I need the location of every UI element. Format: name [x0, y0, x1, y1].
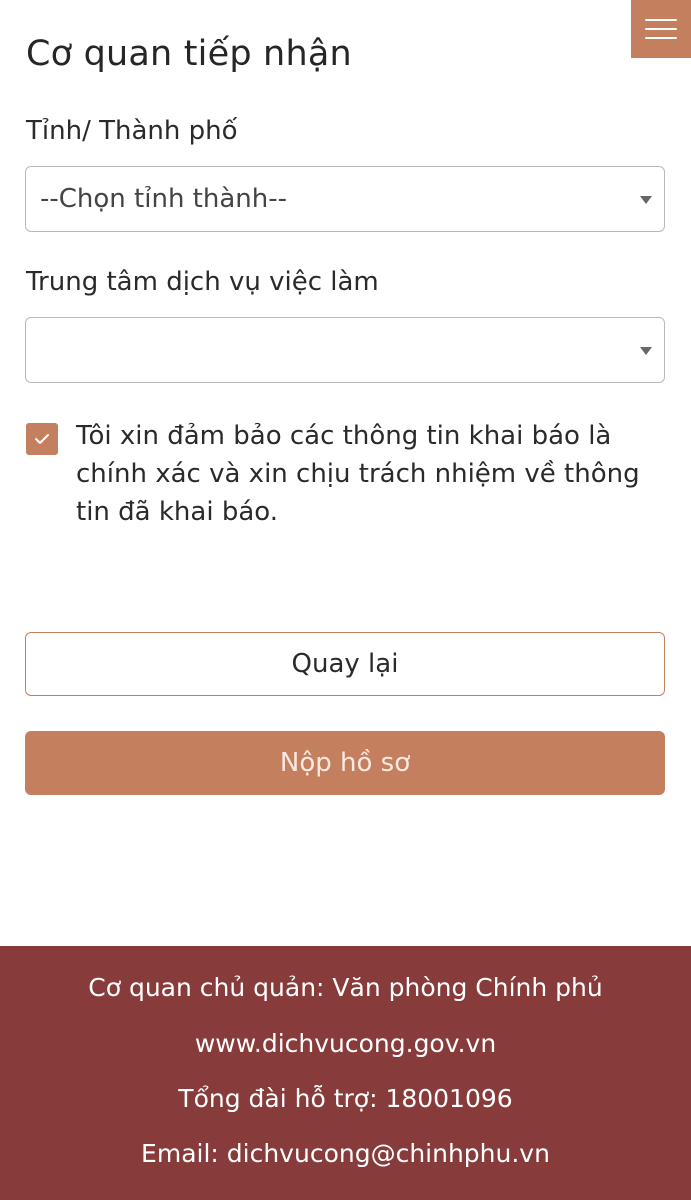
page-title: Cơ quan tiếp nhận — [26, 34, 352, 74]
footer: Cơ quan chủ quản: Văn phòng Chính phủ ww… — [0, 946, 691, 1200]
caret-down-icon — [640, 347, 652, 355]
hamburger-menu-icon-bar — [645, 37, 677, 39]
province-label: Tỉnh/ Thành phố — [26, 116, 238, 146]
hamburger-menu-icon — [645, 19, 677, 21]
footer-website-link[interactable]: www.dichvucong.gov.vn — [0, 1029, 691, 1058]
back-button[interactable]: Quay lại — [25, 632, 665, 696]
page: Cơ quan tiếp nhận Tỉnh/ Thành phố --Chọn… — [0, 0, 691, 1200]
province-select[interactable]: --Chọn tỉnh thành-- — [25, 166, 665, 232]
province-select-value: --Chọn tỉnh thành-- — [40, 184, 288, 214]
hamburger-menu-icon-bar — [645, 28, 677, 30]
caret-down-icon — [640, 196, 652, 204]
employment-center-label: Trung tâm dịch vụ việc làm — [26, 267, 379, 297]
checkmark-icon — [35, 434, 49, 444]
footer-agency: Cơ quan chủ quản: Văn phòng Chính phủ — [88, 973, 603, 1002]
employment-center-select[interactable] — [25, 317, 665, 383]
footer-hotline: Tổng đài hỗ trợ: 18001096 — [178, 1084, 513, 1113]
hamburger-menu-button[interactable] — [631, 0, 691, 58]
footer-email-link[interactable]: Email: dichvucong@chinhphu.vn — [0, 1139, 691, 1168]
confirmation-text: Tôi xin đảm bảo các thông tin khai báo l… — [76, 421, 640, 527]
confirmation-checkbox[interactable] — [26, 423, 58, 455]
submit-button[interactable]: Nộp hồ sơ — [25, 731, 665, 795]
